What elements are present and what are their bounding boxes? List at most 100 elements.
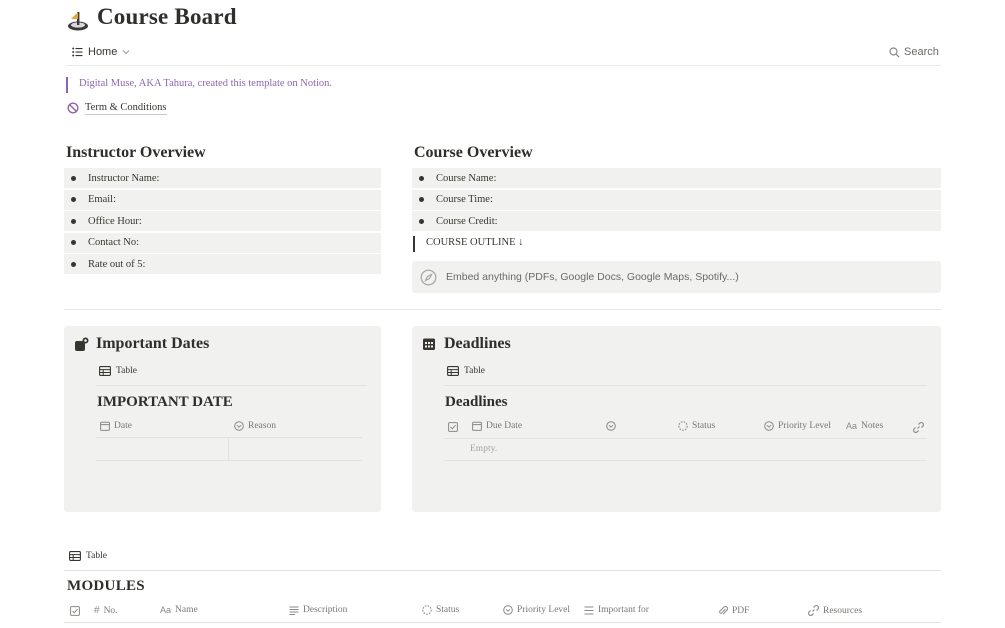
- table-cell-divider: [228, 437, 229, 460]
- bullet: [71, 218, 76, 224]
- field-label: Course Name:: [436, 172, 497, 184]
- column-header-description[interactable]: Description: [289, 605, 347, 615]
- bullet: [419, 218, 424, 224]
- page-icon-sundial[interactable]: [66, 8, 90, 32]
- bullet: [419, 197, 424, 202]
- calendar-grid-icon: [422, 337, 436, 356]
- bullet: [419, 175, 424, 181]
- column-header-pdf[interactable]: PDF: [718, 605, 749, 616]
- column-header-checkbox[interactable]: [70, 606, 80, 616]
- checkbox-icon: [70, 606, 80, 616]
- field-label: Course Time:: [436, 194, 493, 205]
- column-header-due-date[interactable]: Due Date: [472, 421, 522, 431]
- column-header-status[interactable]: Status: [678, 421, 715, 431]
- link-icon: [808, 605, 819, 616]
- column-header-priority-level[interactable]: Priority Level: [503, 605, 570, 615]
- list-item[interactable]: Email:: [64, 189, 381, 210]
- list-item[interactable]: Rate out of 5:: [64, 254, 381, 274]
- column-header-link[interactable]: [913, 422, 924, 433]
- prohibited-icon: [67, 102, 79, 114]
- column-label: Notes: [861, 421, 884, 431]
- important-dates-title: Important Dates: [96, 335, 210, 352]
- field-label: Course Credit:: [436, 215, 498, 227]
- view-label: Table: [464, 366, 485, 376]
- column-label: Status: [436, 605, 460, 615]
- view-label: Table: [116, 366, 137, 376]
- text-type-icon: Aa: [160, 605, 172, 615]
- deadlines-db-title: Deadlines: [445, 394, 508, 410]
- column-header-priority-level[interactable]: Priority Level: [764, 421, 831, 431]
- column-header-date[interactable]: Date: [100, 421, 132, 431]
- deadlines-title: Deadlines: [444, 335, 511, 352]
- view-switcher-home[interactable]: Home: [72, 44, 130, 60]
- header-divider: [66, 65, 941, 66]
- calendar-icon: [100, 421, 110, 431]
- multi-select-icon: [584, 606, 594, 614]
- number-icon: #: [94, 605, 100, 616]
- table-header-line: [444, 438, 927, 439]
- field-label: Email:: [88, 194, 116, 205]
- course-overview-heading: Course Overview: [414, 144, 533, 161]
- search-button[interactable]: Search: [889, 44, 939, 60]
- important-dates-callout: [64, 326, 381, 512]
- instructor-field-list: Instructor Name: Email: Office Hour: Con…: [64, 168, 381, 274]
- course-outline-label: COURSE OUTLINE ↓: [426, 237, 524, 248]
- field-label: Office Hour:: [88, 215, 142, 227]
- empty-row-text: Empty.: [470, 444, 498, 454]
- modules-db-title: MODULES: [67, 578, 145, 594]
- embed-placeholder: Embed anything (PDFs, Google Docs, Googl…: [446, 271, 739, 283]
- search-label: Search: [904, 46, 939, 58]
- link-icon: [913, 422, 924, 433]
- outline-quote-bar: [413, 236, 415, 252]
- column-header-no[interactable]: # No.: [94, 605, 118, 616]
- list-item[interactable]: Course Name:: [412, 168, 941, 188]
- list-item[interactable]: Course Time:: [412, 189, 941, 210]
- column-label: PDF: [732, 605, 750, 616]
- checkbox-icon: [448, 422, 458, 432]
- select-icon: [503, 605, 513, 615]
- column-header-checkbox[interactable]: [448, 422, 458, 432]
- course-field-list: Course Name: Course Time: Course Credit:: [412, 168, 941, 231]
- bullet: [71, 240, 76, 245]
- list-item[interactable]: Contact No:: [64, 232, 381, 253]
- table-header-line: [96, 437, 362, 438]
- terms-link[interactable]: Term & Conditions: [67, 101, 167, 115]
- select-icon: [606, 421, 616, 431]
- column-header-resources[interactable]: Resources: [808, 605, 862, 616]
- column-header-reason[interactable]: Reason: [234, 421, 276, 431]
- table-icon: [447, 366, 459, 376]
- search-icon: [889, 46, 900, 57]
- column-header-select[interactable]: [606, 421, 620, 431]
- embed-block[interactable]: Embed anything (PDFs, Google Docs, Googl…: [412, 261, 941, 293]
- column-label: Description: [303, 605, 348, 615]
- column-header-status[interactable]: Status: [422, 605, 459, 615]
- terms-link-label: Term & Conditions: [85, 102, 167, 115]
- column-label: Priority Level: [778, 421, 832, 431]
- tab-table-deadlines[interactable]: Table: [447, 366, 485, 376]
- compass-icon: [420, 269, 437, 285]
- select-icon: [764, 421, 774, 431]
- paperclip-icon: [719, 606, 728, 615]
- column-label: Resources: [823, 605, 863, 616]
- list-item[interactable]: Course Credit:: [412, 211, 941, 231]
- tab-table-modules[interactable]: Table: [69, 551, 107, 561]
- field-label: Instructor Name:: [88, 172, 160, 184]
- column-header-notes[interactable]: Aa Notes: [846, 421, 883, 431]
- column-header-name[interactable]: Aa Name: [160, 605, 198, 615]
- important-date-db-title: IMPORTANT DATE: [97, 394, 233, 410]
- column-label: Priority Level: [517, 605, 571, 615]
- view-tab-divider: [64, 570, 941, 571]
- view-tab-divider: [444, 385, 927, 386]
- deadlines-callout: [412, 326, 941, 512]
- list-item[interactable]: Office Hour:: [64, 211, 381, 231]
- section-divider: [64, 309, 941, 310]
- bullet: [71, 197, 76, 202]
- list-item[interactable]: Instructor Name:: [64, 168, 381, 188]
- column-header-important-for[interactable]: Important for: [584, 605, 649, 615]
- view-tab-divider: [96, 385, 367, 386]
- calendar-reminder-icon: [74, 337, 89, 357]
- tab-table-important-dates[interactable]: Table: [99, 366, 137, 376]
- calendar-icon: [472, 421, 482, 431]
- column-label: Status: [692, 421, 716, 431]
- column-label: Due Date: [486, 421, 523, 431]
